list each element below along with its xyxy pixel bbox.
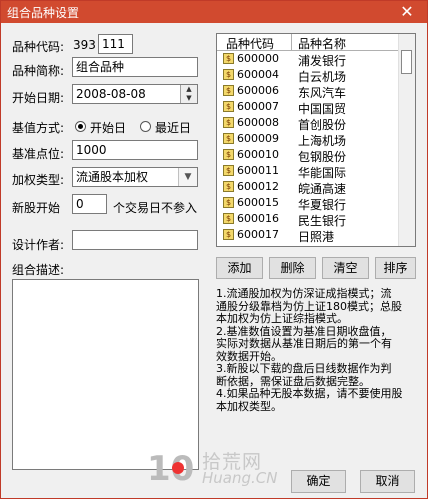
- stock-icon: $: [223, 229, 234, 240]
- header-name[interactable]: 品种名称: [298, 35, 346, 52]
- column-divider[interactable]: [291, 34, 292, 50]
- stock-list[interactable]: 品种代码 品种名称 $600000 浦发银行 $600004 白云机场 $600006 东…: [216, 33, 416, 247]
- stock-code: 600000: [237, 52, 279, 65]
- base-point-label: 基准点位:: [12, 147, 65, 161]
- list-item[interactable]: $600008 首创股份: [217, 115, 399, 132]
- help-line: 3.新股以下载的盘后日线数据作为判: [216, 362, 392, 375]
- weight-type-value: 流通股本加权: [76, 170, 149, 184]
- settings-dialog: 组合品种设置 ✕ 品种代码: 393 111 品种简称: 组合品种 开始日期: …: [0, 0, 428, 499]
- close-icon[interactable]: ✕: [391, 2, 423, 21]
- stock-code: 600015: [237, 196, 279, 209]
- help-line: 4.如果品种无股本数据，请不要使用股: [216, 387, 403, 400]
- stock-icon: $: [223, 213, 234, 224]
- stock-icon: $: [223, 85, 234, 96]
- stock-code: 600016: [237, 212, 279, 225]
- help-text: 1.流通股加权为仿深证成指模式；流 通股分级靠档为仿上证180模式；总股 本加权为仿…: [216, 287, 416, 413]
- logo-digits: 10: [147, 449, 194, 487]
- abbr-label: 品种简称:: [12, 64, 65, 78]
- code-input[interactable]: 111: [98, 34, 133, 54]
- stock-code: 600007: [237, 100, 279, 113]
- new-stock-label: 新股开始: [12, 201, 61, 215]
- stock-name: 日照港: [298, 230, 335, 244]
- list-rows: $600000 浦发银行 $600004 白云机场 $600006 东风汽车 $600007…: [217, 51, 399, 244]
- date-spin[interactable]: ▲ ▼: [180, 85, 197, 103]
- watermark-logo: 10: [147, 449, 194, 487]
- stock-code: 600006: [237, 84, 279, 97]
- stock-icon: $: [223, 53, 234, 64]
- radio-recent-day-label[interactable]: 最近日: [155, 119, 191, 136]
- header-code[interactable]: 品种代码: [226, 35, 274, 52]
- base-mode-label: 基值方式:: [12, 121, 65, 135]
- code-prefix: 393: [73, 38, 96, 52]
- start-date-picker[interactable]: 2008-08-08 ▲ ▼: [72, 84, 198, 104]
- new-stock-input[interactable]: 0: [72, 194, 107, 214]
- stock-icon: $: [223, 165, 234, 176]
- list-header: 品种代码 品种名称: [217, 34, 399, 51]
- list-scrollbar[interactable]: [398, 34, 415, 246]
- list-item[interactable]: $600007 中国国贸: [217, 99, 399, 116]
- list-item[interactable]: $600017 日照港: [217, 227, 399, 244]
- code-label: 品种代码:: [12, 40, 65, 54]
- radio-start-day[interactable]: [75, 121, 86, 132]
- start-date-value: 2008-08-08: [76, 87, 146, 101]
- stock-code: 600017: [237, 228, 279, 241]
- start-date-label: 开始日期:: [12, 91, 65, 105]
- stock-code: 600008: [237, 116, 279, 129]
- help-line: 1.流通股加权为仿深证成指模式；流: [216, 287, 392, 300]
- stock-code: 600004: [237, 68, 279, 81]
- add-button[interactable]: 添加: [216, 257, 263, 279]
- author-label: 设计作者:: [12, 238, 65, 252]
- stock-code: 600012: [237, 180, 279, 193]
- chevron-down-icon[interactable]: ▼: [178, 168, 197, 186]
- cancel-button[interactable]: 取消: [360, 470, 415, 493]
- clear-button[interactable]: 清空: [322, 257, 369, 279]
- help-line: 本加权类型。: [216, 399, 282, 413]
- weight-type-label: 加权类型:: [12, 173, 65, 187]
- list-item[interactable]: $600009 上海机场: [217, 131, 399, 148]
- weight-type-select[interactable]: 流通股本加权 ▼: [72, 167, 198, 187]
- radio-recent-day[interactable]: [140, 121, 151, 132]
- list-item[interactable]: $600000 浦发银行: [217, 51, 399, 68]
- stock-code: 600011: [237, 164, 279, 177]
- scrollbar-thumb[interactable]: [401, 50, 412, 74]
- base-point-input[interactable]: 1000: [72, 140, 198, 160]
- list-item[interactable]: $600015 华夏银行: [217, 195, 399, 212]
- stock-code: 600009: [237, 132, 279, 145]
- watermark-text-bottom: Huang.CN: [202, 469, 278, 487]
- list-item[interactable]: $600011 华能国际: [217, 163, 399, 180]
- radio-start-day-label[interactable]: 开始日: [90, 119, 126, 136]
- window-title: 组合品种设置: [7, 6, 80, 20]
- stock-code: 600010: [237, 148, 279, 161]
- stock-icon: $: [223, 181, 234, 192]
- list-item[interactable]: $600004 白云机场: [217, 67, 399, 84]
- ok-button[interactable]: 确定: [291, 470, 346, 493]
- stock-icon: $: [223, 197, 234, 208]
- desc-textarea[interactable]: [12, 279, 199, 470]
- sort-button[interactable]: 排序: [375, 257, 416, 279]
- delete-button[interactable]: 删除: [269, 257, 316, 279]
- help-line: 实际对数据从基准日期后的第一个有: [216, 337, 392, 350]
- help-line: 本加权为仿上证综指模式。: [216, 312, 348, 325]
- abbr-input[interactable]: 组合品种: [72, 57, 198, 77]
- desc-label: 组合描述:: [12, 263, 65, 277]
- spin-up-icon[interactable]: ▲: [181, 85, 197, 94]
- title-bar[interactable]: 组合品种设置 ✕: [1, 1, 427, 23]
- new-stock-suffix: 个交易日不参入: [113, 201, 198, 215]
- list-item[interactable]: $600016 民生银行: [217, 211, 399, 228]
- list-item[interactable]: $600010 包钢股份: [217, 147, 399, 164]
- stock-icon: $: [223, 117, 234, 128]
- list-item[interactable]: $600012 皖通高速: [217, 179, 399, 196]
- stock-icon: $: [223, 101, 234, 112]
- stock-icon: $: [223, 149, 234, 160]
- stock-icon: $: [223, 133, 234, 144]
- author-input[interactable]: [72, 230, 198, 250]
- stock-icon: $: [223, 69, 234, 80]
- list-item[interactable]: $600006 东风汽车: [217, 83, 399, 100]
- spin-down-icon[interactable]: ▼: [181, 94, 197, 103]
